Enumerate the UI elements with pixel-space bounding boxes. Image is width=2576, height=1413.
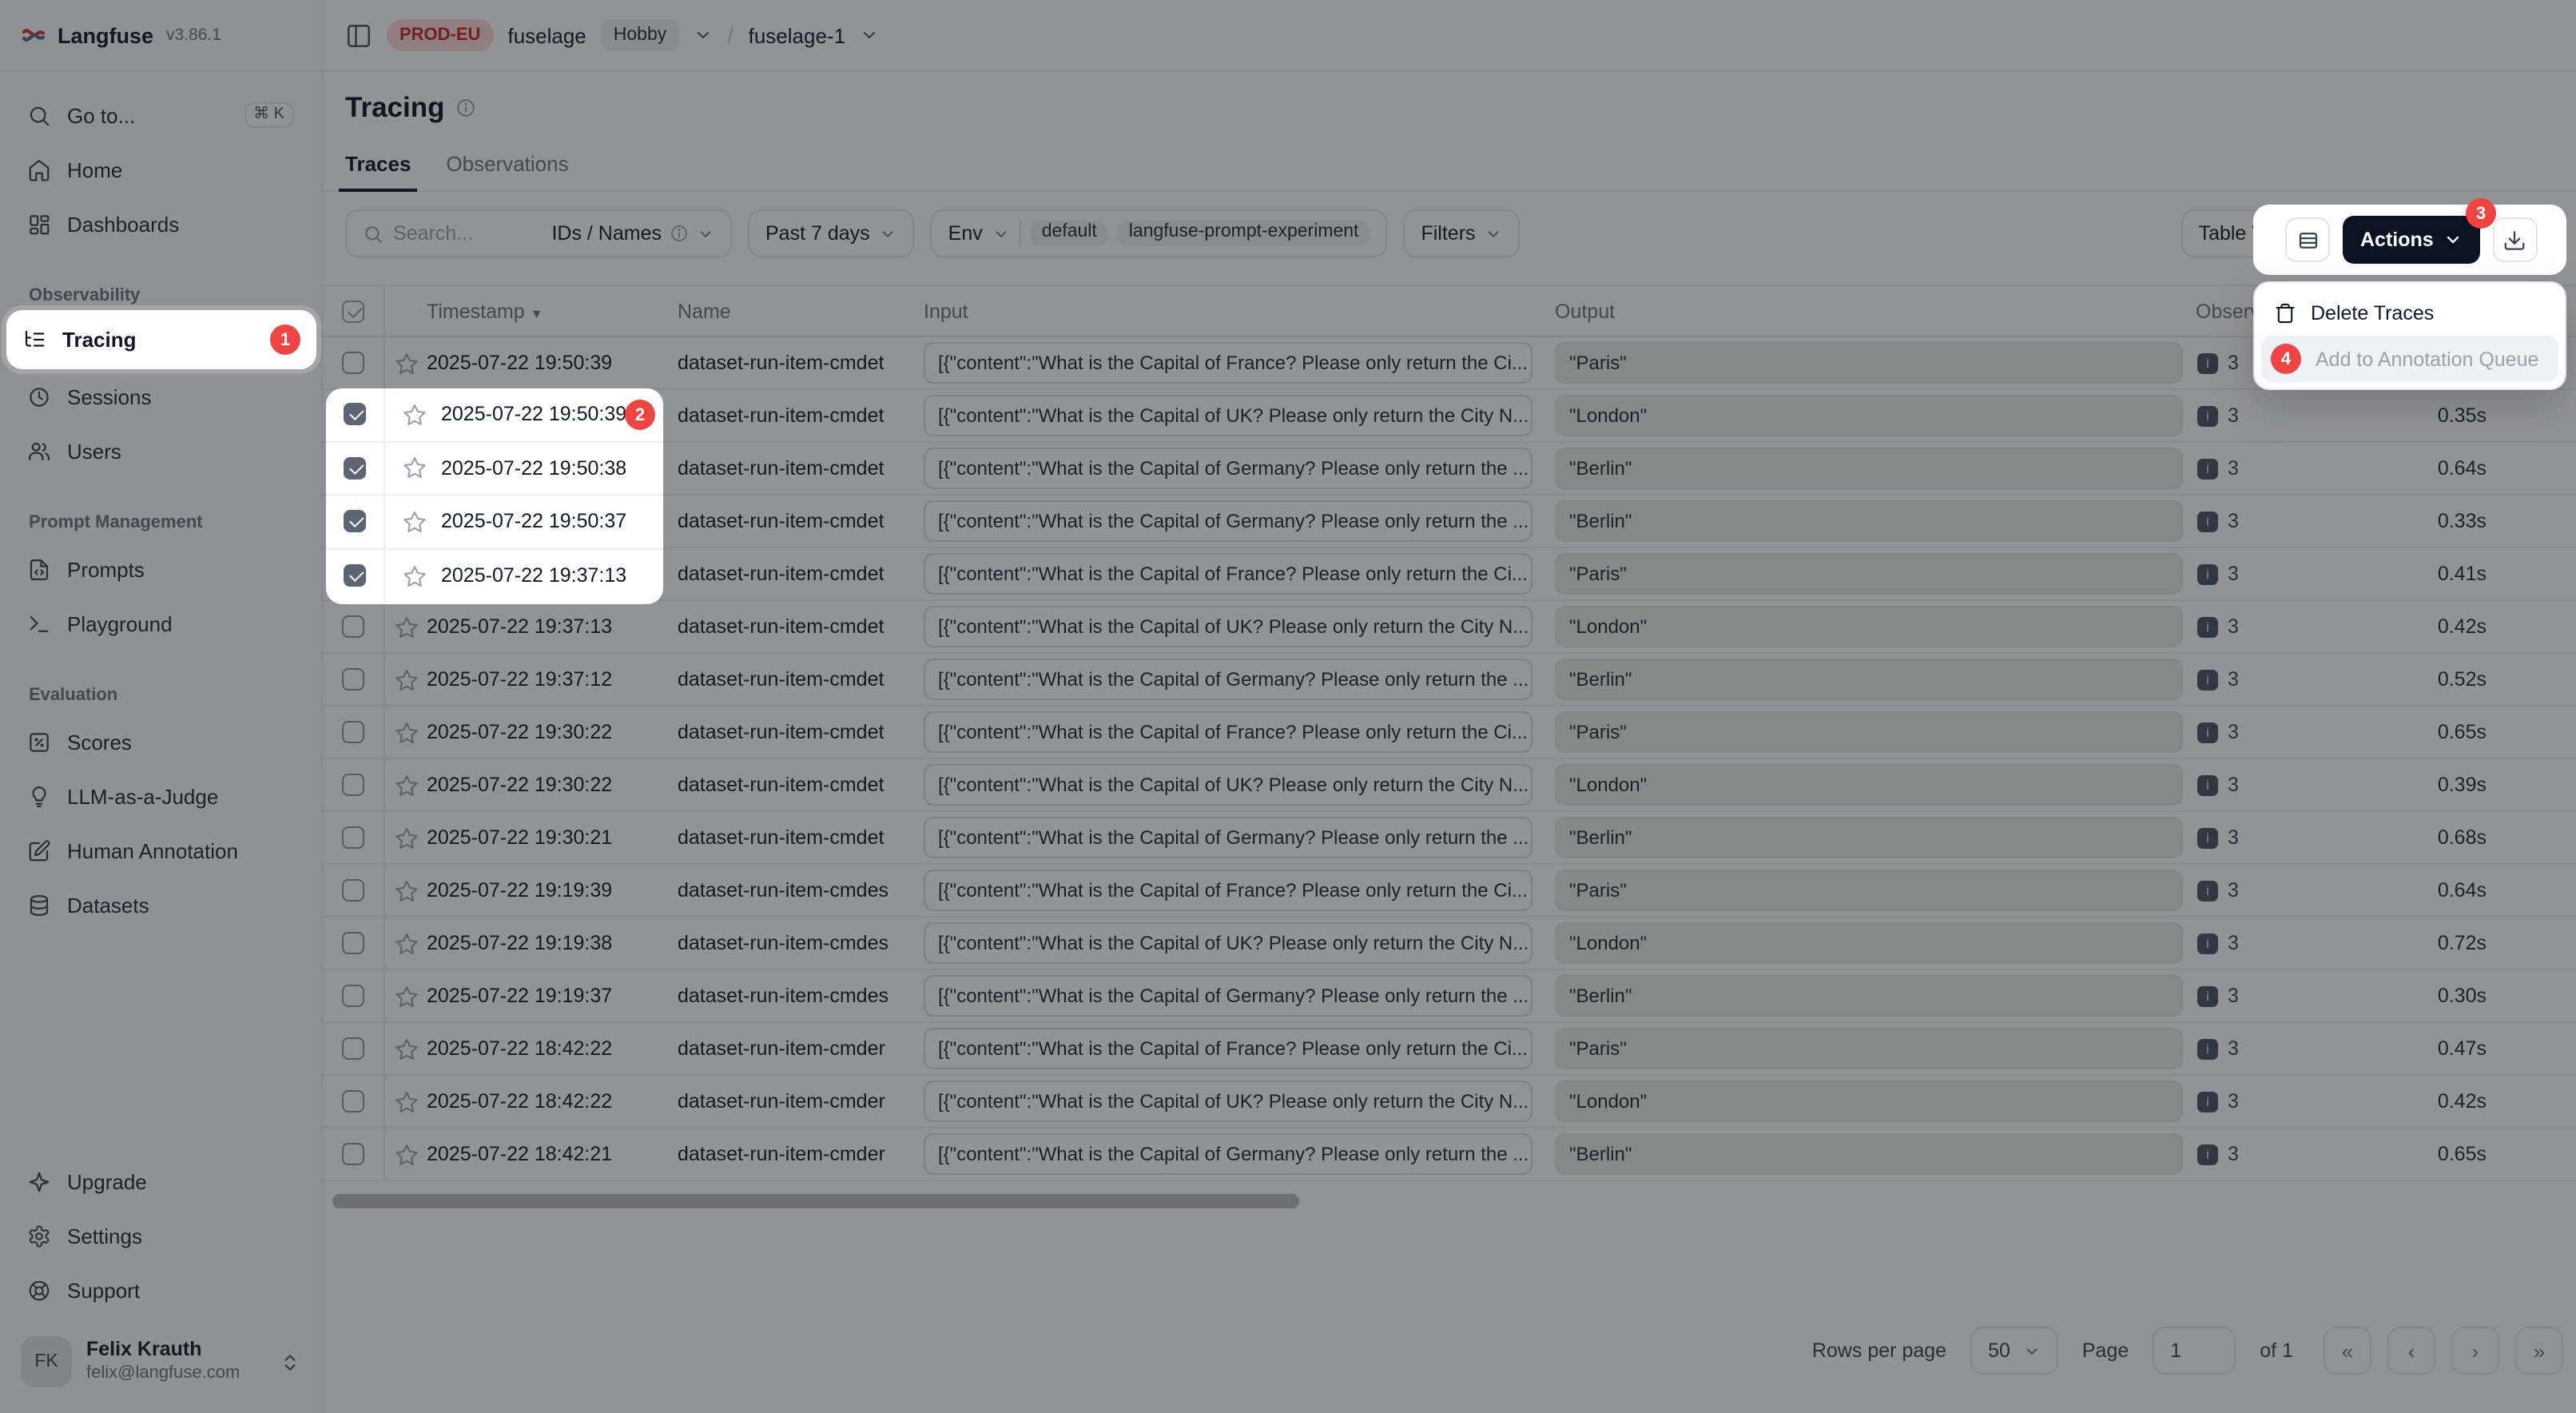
list-tree-icon [22, 328, 46, 352]
tour-step-3-badge: 3 [2466, 198, 2496, 229]
selected-row[interactable]: 2025-07-22 19:37:13 [326, 549, 663, 603]
rows-icon [2296, 228, 2320, 252]
actions-dropdown-menu: Delete Traces 4 Add to Annotation Queue [2253, 281, 2566, 390]
menu-item-delete-traces[interactable]: Delete Traces [2261, 289, 2558, 336]
row-timestamp: 2025-07-22 19:50:37 [441, 511, 626, 533]
row-checkbox[interactable] [344, 404, 366, 426]
row-checkbox[interactable] [344, 511, 366, 533]
row-checkbox[interactable] [344, 457, 366, 480]
tour-step-4-badge: 4 [2271, 344, 2301, 374]
star-icon[interactable] [403, 564, 427, 588]
download-icon [2503, 228, 2527, 252]
actions-button[interactable]: Actions [2343, 216, 2480, 264]
export-button[interactable] [2493, 217, 2538, 262]
app-window: Langfuse v3.86.1 Go to... ⌘ K Home Dashb… [0, 0, 2576, 1413]
chevron-down-icon [2443, 230, 2463, 249]
tour-dim-overlay [0, 0, 2576, 1413]
tour-highlight-actions: Actions 3 [2253, 205, 2566, 275]
trash-icon [2274, 301, 2296, 324]
row-timestamp: 2025-07-22 19:37:13 [441, 565, 626, 587]
selected-row[interactable]: 2025-07-22 19:50:39 2 [326, 388, 663, 442]
selected-row[interactable]: 2025-07-22 19:50:37 [326, 496, 663, 549]
row-checkbox[interactable] [344, 565, 366, 587]
row-height-button[interactable] [2285, 217, 2330, 262]
tour-step-1-badge: 1 [270, 324, 300, 355]
sidebar-item-label: Tracing [62, 328, 137, 352]
row-timestamp: 2025-07-22 19:50:38 [441, 457, 626, 480]
tour-step-2-badge: 2 [625, 400, 655, 430]
tour-highlight-tracing[interactable]: Tracing 1 [6, 310, 316, 369]
star-icon[interactable] [403, 510, 427, 534]
menu-item-add-to-annotation-queue[interactable]: 4 Add to Annotation Queue [2261, 336, 2558, 382]
selected-row[interactable]: 2025-07-22 19:50:38 [326, 442, 663, 496]
star-icon[interactable] [403, 456, 427, 480]
tour-highlight-selected-rows: 2025-07-22 19:50:39 2 2025-07-22 19:50:3… [326, 388, 663, 604]
row-timestamp: 2025-07-22 19:50:39 [441, 404, 626, 426]
star-icon[interactable] [403, 403, 427, 427]
